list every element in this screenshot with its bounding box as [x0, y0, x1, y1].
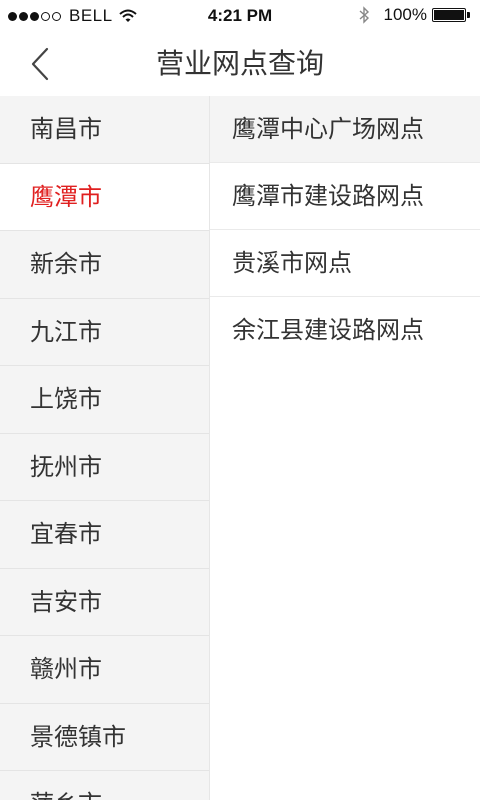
city-item[interactable]: 萍乡市: [0, 771, 209, 800]
branch-item[interactable]: 鹰潭市建设路网点: [210, 163, 480, 230]
city-item[interactable]: 吉安市: [0, 569, 209, 636]
battery-percent: 100%: [383, 5, 427, 24]
battery-icon: [432, 8, 466, 22]
city-item[interactable]: 宜春市: [0, 501, 209, 569]
city-item[interactable]: 景德镇市: [0, 704, 209, 771]
status-bar: BELL 4:21 PM 100%: [0, 0, 480, 32]
city-item[interactable]: 赣州市: [0, 636, 209, 704]
branch-item[interactable]: 贵溪市网点: [210, 230, 480, 297]
navigation-bar: 营业网点查询: [0, 32, 480, 96]
branch-item[interactable]: 余江县建设路网点: [210, 297, 480, 364]
branch-list[interactable]: 鹰潭中心广场网点 鹰潭市建设路网点 贵溪市网点 余江县建设路网点: [210, 96, 480, 800]
content-area: 南昌市鹰潭市新余市九江市上饶市抚州市宜春市吉安市赣州市景德镇市萍乡市 鹰潭中心广…: [0, 96, 480, 800]
city-item[interactable]: 抚州市: [0, 434, 209, 501]
branch-item[interactable]: 鹰潭中心广场网点: [210, 96, 480, 163]
city-item[interactable]: 九江市: [0, 299, 209, 366]
city-item[interactable]: 南昌市: [0, 96, 209, 164]
city-list[interactable]: 南昌市鹰潭市新余市九江市上饶市抚州市宜春市吉安市赣州市景德镇市萍乡市: [0, 96, 210, 800]
city-item[interactable]: 上饶市: [0, 366, 209, 434]
city-item[interactable]: 鹰潭市: [0, 163, 209, 231]
battery-tip: [467, 12, 470, 18]
status-right: 100%: [359, 5, 470, 25]
bluetooth-icon: [359, 6, 369, 24]
city-item[interactable]: 新余市: [0, 231, 209, 299]
page-title: 营业网点查询: [155, 47, 324, 80]
